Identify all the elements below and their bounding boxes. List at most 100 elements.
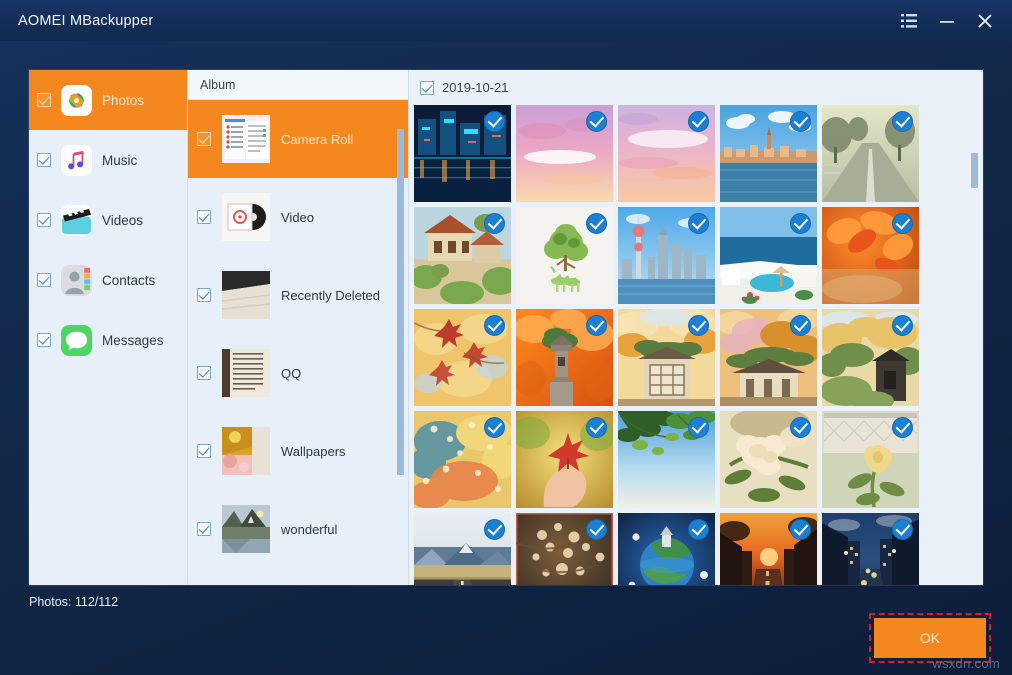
photo-tile[interactable] xyxy=(516,309,613,406)
photo-tile[interactable] xyxy=(618,309,715,406)
sidebar-item-contacts[interactable]: Contacts xyxy=(29,250,187,310)
photo-selected-check-icon[interactable] xyxy=(892,417,913,438)
app-title: AOMEI MBackupper xyxy=(18,13,153,29)
photo-selected-check-icon[interactable] xyxy=(790,213,811,234)
photo-grid-scrollbar-thumb[interactable] xyxy=(971,153,978,188)
photo-tile[interactable] xyxy=(822,513,919,585)
photo-tile[interactable] xyxy=(414,207,511,304)
photo-tile[interactable] xyxy=(618,207,715,304)
photo-selected-check-icon[interactable] xyxy=(892,213,913,234)
videos-checkbox[interactable] xyxy=(37,213,51,227)
sidebar-item-music[interactable]: Music xyxy=(29,130,187,190)
photo-selected-check-icon[interactable] xyxy=(688,519,709,540)
photo-selected-check-icon[interactable] xyxy=(790,111,811,132)
photo-tile[interactable] xyxy=(414,411,511,508)
photo-tile[interactable] xyxy=(516,411,613,508)
close-icon[interactable] xyxy=(966,0,1004,41)
window-controls xyxy=(890,0,1012,41)
sidebar-item-label: Contacts xyxy=(102,273,155,288)
photo-selected-check-icon[interactable] xyxy=(688,213,709,234)
photo-tile[interactable] xyxy=(822,207,919,304)
photo-selected-check-icon[interactable] xyxy=(790,315,811,336)
album-item-video[interactable]: Video xyxy=(188,178,408,256)
album-checkbox[interactable] xyxy=(197,132,211,146)
album-scrollbar-thumb[interactable] xyxy=(397,129,404,475)
sidebar-item-messages[interactable]: Messages xyxy=(29,310,187,370)
ok-button[interactable]: OK xyxy=(874,618,986,658)
album-item-label: QQ xyxy=(281,366,301,381)
album-item-wonderful[interactable]: wonderful xyxy=(188,490,408,568)
videos-icon xyxy=(61,205,92,236)
photo-tile[interactable] xyxy=(618,411,715,508)
album-item-wallpapers[interactable]: Wallpapers xyxy=(188,412,408,490)
photo-tile[interactable] xyxy=(720,207,817,304)
photo-selected-check-icon[interactable] xyxy=(688,417,709,438)
photo-tile[interactable] xyxy=(414,309,511,406)
album-checkbox[interactable] xyxy=(197,288,211,302)
content-panel: Photos Music xyxy=(29,70,983,585)
album-checkbox[interactable] xyxy=(197,366,211,380)
album-item-qq[interactable]: QQ xyxy=(188,334,408,412)
sidebar-item-photos[interactable]: Photos xyxy=(29,70,187,130)
photo-tile[interactable] xyxy=(618,105,715,202)
photo-selected-check-icon[interactable] xyxy=(892,519,913,540)
photo-grid: 2015 xyxy=(409,105,924,585)
photo-selected-check-icon[interactable] xyxy=(586,315,607,336)
album-item-label: Wallpapers xyxy=(281,444,346,459)
album-item-recently-deleted[interactable]: Recently Deleted xyxy=(188,256,408,334)
photo-grid-scrollbar[interactable] xyxy=(971,78,978,579)
photo-selected-check-icon[interactable] xyxy=(688,111,709,132)
photo-tile[interactable] xyxy=(414,513,511,585)
photo-selected-check-icon[interactable] xyxy=(484,111,505,132)
photo-selected-check-icon[interactable] xyxy=(586,519,607,540)
album-scrollbar[interactable] xyxy=(397,100,404,581)
photos-checkbox[interactable] xyxy=(37,93,51,107)
photo-tile[interactable]: 2015 xyxy=(720,513,817,585)
photo-tile[interactable] xyxy=(720,309,817,406)
album-checkbox[interactable] xyxy=(197,210,211,224)
photo-selected-check-icon[interactable] xyxy=(688,315,709,336)
photo-tile[interactable] xyxy=(720,411,817,508)
photo-tile[interactable] xyxy=(516,105,613,202)
date-group-checkbox[interactable] xyxy=(420,81,434,95)
photo-selected-check-icon[interactable] xyxy=(484,213,505,234)
messages-checkbox[interactable] xyxy=(37,333,51,347)
photo-selected-check-icon[interactable] xyxy=(790,417,811,438)
photo-grid-pane: 2019-10-21 xyxy=(409,70,983,585)
album-item-label: wonderful xyxy=(281,522,337,537)
music-checkbox[interactable] xyxy=(37,153,51,167)
sidebar-item-label: Messages xyxy=(102,333,164,348)
photo-tile[interactable] xyxy=(822,309,919,406)
photo-tile[interactable] xyxy=(618,513,715,585)
album-item-camera-roll[interactable]: Camera Roll xyxy=(188,100,408,178)
photo-tile[interactable] xyxy=(822,411,919,508)
photo-tile[interactable] xyxy=(414,105,511,202)
photo-selected-check-icon[interactable] xyxy=(892,111,913,132)
book-thumb xyxy=(222,349,270,397)
date-group-header[interactable]: 2019-10-21 xyxy=(409,70,983,105)
album-scroll-area[interactable]: Camera Roll Video xyxy=(188,100,408,585)
minimize-icon[interactable] xyxy=(928,0,966,41)
photo-selected-check-icon[interactable] xyxy=(484,417,505,438)
category-sidebar: Photos Music xyxy=(29,70,188,585)
album-checkbox[interactable] xyxy=(197,444,211,458)
photo-selected-check-icon[interactable] xyxy=(484,315,505,336)
contacts-checkbox[interactable] xyxy=(37,273,51,287)
photo-tile[interactable] xyxy=(822,105,919,202)
photo-selected-check-icon[interactable] xyxy=(484,519,505,540)
album-item-label: Video xyxy=(281,210,314,225)
photo-tile[interactable] xyxy=(516,513,613,585)
photo-tile[interactable] xyxy=(720,105,817,202)
sidebar-item-videos[interactable]: Videos xyxy=(29,190,187,250)
menu-icon[interactable] xyxy=(890,0,928,41)
watermark: wsxdn.com xyxy=(932,656,1000,671)
application-window: AOMEI MBackupper xyxy=(0,0,1012,675)
messages-icon xyxy=(61,325,92,356)
photo-selected-check-icon[interactable] xyxy=(790,519,811,540)
photo-selected-check-icon[interactable] xyxy=(586,111,607,132)
photo-selected-check-icon[interactable] xyxy=(892,315,913,336)
photo-selected-check-icon[interactable] xyxy=(586,213,607,234)
photo-tile[interactable] xyxy=(516,207,613,304)
photo-selected-check-icon[interactable] xyxy=(586,417,607,438)
album-checkbox[interactable] xyxy=(197,522,211,536)
